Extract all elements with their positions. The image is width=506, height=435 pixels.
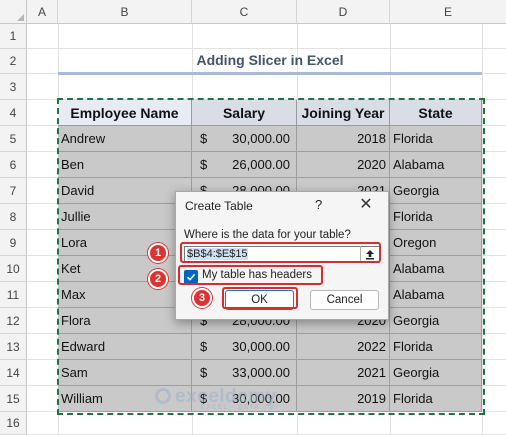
- step-badge-1: 1: [148, 243, 168, 263]
- cell-state[interactable]: Florida: [390, 386, 482, 412]
- checkmark-icon: [186, 273, 196, 281]
- cell-salary[interactable]: $33,000.00: [192, 360, 297, 386]
- close-button[interactable]: ✕: [355, 193, 377, 215]
- row-header-4[interactable]: 4: [0, 100, 27, 126]
- range-question-label: Where is the data for your table?: [184, 229, 351, 241]
- salary-amount: 30,000.00: [232, 131, 290, 146]
- cell-joining-year[interactable]: 2022: [297, 334, 390, 360]
- cell-joining-year[interactable]: 2019: [297, 386, 390, 412]
- cell-employee-name[interactable]: Jullie: [58, 204, 192, 230]
- ok-button[interactable]: OK: [225, 290, 294, 310]
- header-employee-name[interactable]: Employee Name: [58, 100, 192, 126]
- cell-joining-year[interactable]: 2020: [297, 152, 390, 178]
- row-header-12[interactable]: 12: [0, 308, 27, 334]
- cell-state[interactable]: Alabama: [390, 256, 482, 282]
- cell-employee-name[interactable]: Ket: [58, 256, 192, 282]
- salary-amount: 33,000.00: [232, 365, 290, 380]
- column-header-c[interactable]: C: [192, 0, 297, 24]
- select-all-corner[interactable]: [0, 0, 27, 24]
- cell-state[interactable]: Georgia: [390, 360, 482, 386]
- cell-state[interactable]: Georgia: [390, 178, 482, 204]
- range-value: $B$4:$E$15: [187, 248, 248, 260]
- row-header-3[interactable]: 3: [0, 74, 27, 100]
- cell-state[interactable]: Alabama: [390, 282, 482, 308]
- headers-checkbox[interactable]: [184, 270, 198, 284]
- cell-employee-name[interactable]: Ben: [58, 152, 192, 178]
- salary-amount: 30,000.00: [232, 339, 290, 354]
- cell-state[interactable]: Florida: [390, 204, 482, 230]
- watermark-logo: exceldemy EXCEL · DATA · BI: [155, 386, 279, 411]
- cell-joining-year[interactable]: 2018: [297, 126, 390, 152]
- row-header-10[interactable]: 10: [0, 256, 27, 282]
- row-header-1[interactable]: 1: [0, 24, 27, 49]
- row-header-9[interactable]: 9: [0, 230, 27, 256]
- cell-employee-name[interactable]: Lora: [58, 230, 192, 256]
- step-badge-3: 3: [192, 288, 212, 308]
- title-underline: [58, 72, 482, 75]
- cell-employee-name[interactable]: Sam: [58, 360, 192, 386]
- cell-employee-name[interactable]: William: [58, 386, 192, 412]
- salary-amount: 26,000.00: [232, 157, 290, 172]
- cancel-button[interactable]: Cancel: [310, 290, 379, 310]
- currency-symbol: $: [200, 157, 208, 172]
- dialog-title: Create Table: [185, 199, 253, 213]
- column-header-b[interactable]: B: [58, 0, 192, 24]
- row-header-6[interactable]: 6: [0, 152, 27, 178]
- column-header-e[interactable]: E: [390, 0, 506, 24]
- headers-checkbox-label[interactable]: My table has headers: [202, 269, 312, 281]
- cell-salary[interactable]: $26,000.00: [192, 152, 297, 178]
- row-header-8[interactable]: 8: [0, 204, 27, 230]
- upload-arrow-icon: [366, 250, 374, 260]
- cell-state[interactable]: Florida: [390, 126, 482, 152]
- row-header-5[interactable]: 5: [0, 126, 27, 152]
- row-header-11[interactable]: 11: [0, 282, 27, 308]
- currency-symbol: $: [200, 131, 208, 146]
- column-header-d[interactable]: D: [297, 0, 390, 24]
- row-header-15[interactable]: 15: [0, 386, 27, 412]
- header-joining-year[interactable]: Joining Year: [297, 100, 390, 126]
- currency-symbol: $: [200, 339, 208, 354]
- row-header-13[interactable]: 13: [0, 334, 27, 360]
- range-input[interactable]: $B$4:$E$15: [184, 246, 380, 263]
- cell-employee-name[interactable]: Andrew: [58, 126, 192, 152]
- step-badge-2: 2: [148, 269, 168, 289]
- row-header-16[interactable]: 16: [0, 412, 27, 435]
- cell-salary[interactable]: $30,000.00: [192, 126, 297, 152]
- header-state[interactable]: State: [390, 100, 482, 126]
- row-header-7[interactable]: 7: [0, 178, 27, 204]
- header-salary[interactable]: Salary: [192, 100, 297, 126]
- watermark-icon: [155, 388, 171, 404]
- collapse-dialog-button[interactable]: [360, 246, 379, 263]
- sheet-title: Adding Slicer in Excel: [196, 52, 344, 68]
- cell-employee-name[interactable]: Max: [58, 282, 192, 308]
- row-header-2[interactable]: 2: [0, 49, 27, 74]
- cell-employee-name[interactable]: Edward: [58, 334, 192, 360]
- column-header-a[interactable]: A: [27, 0, 58, 24]
- cell-employee-name[interactable]: Flora: [58, 308, 192, 334]
- cell-state[interactable]: Florida: [390, 334, 482, 360]
- cell-salary[interactable]: $30,000.00: [192, 334, 297, 360]
- cell-state[interactable]: Oregon: [390, 230, 482, 256]
- close-icon: ✕: [359, 196, 373, 213]
- cell-state[interactable]: Alabama: [390, 152, 482, 178]
- cell-employee-name[interactable]: David: [58, 178, 192, 204]
- currency-symbol: $: [200, 365, 208, 380]
- cell-state[interactable]: Georgia: [390, 308, 482, 334]
- cell-joining-year[interactable]: 2021: [297, 360, 390, 386]
- row-header-14[interactable]: 14: [0, 360, 27, 386]
- help-button[interactable]: ?: [315, 197, 322, 212]
